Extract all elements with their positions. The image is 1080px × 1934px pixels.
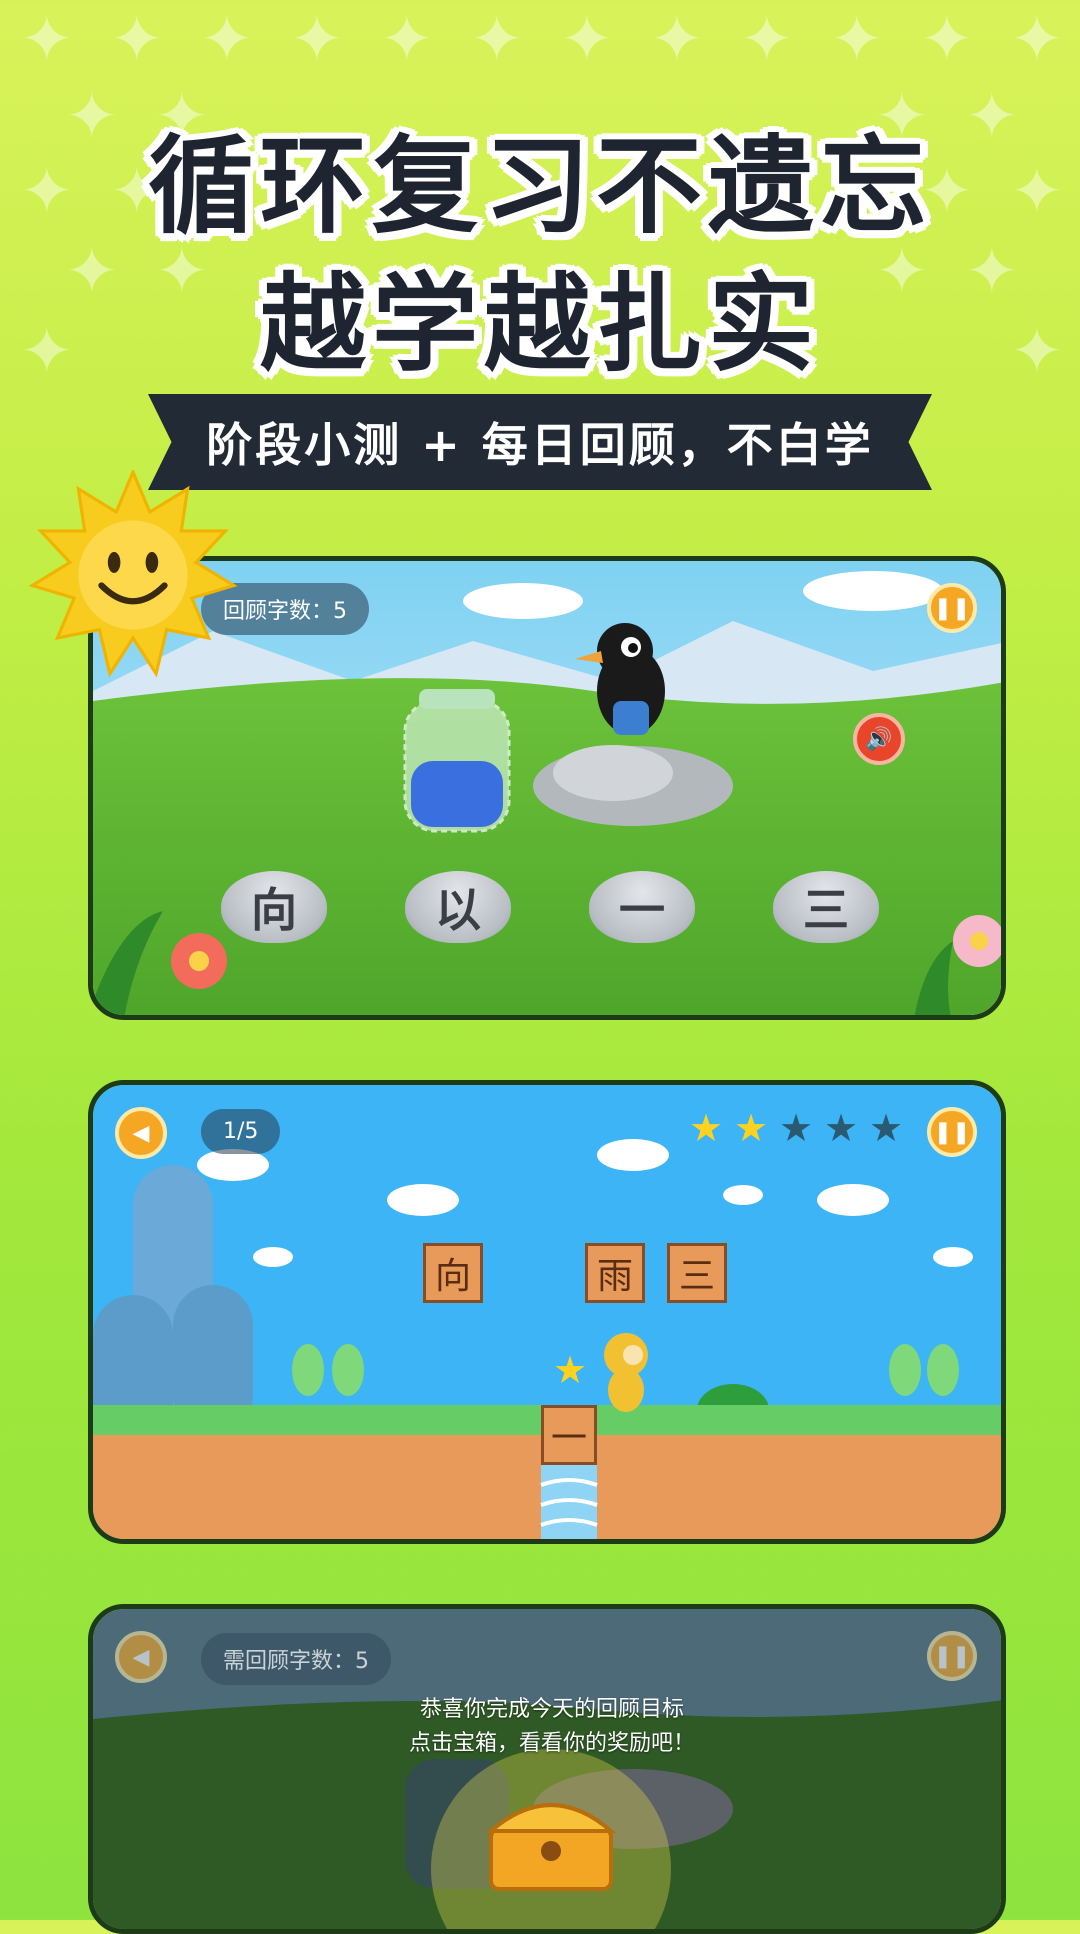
ribbon-text: 阶段小测 + 每日回顾，不白学 xyxy=(206,418,874,472)
answer-stone[interactable]: 以 xyxy=(405,871,511,943)
chevron-left-icon: ◀ xyxy=(132,1120,150,1146)
star-filled-icon: ★ xyxy=(689,1106,724,1150)
pause-icon: ❚❚ xyxy=(933,1643,971,1669)
back-button[interactable]: ◀ xyxy=(115,1631,167,1683)
reward-message-line-2: 点击宝箱，看看你的奖励吧！ xyxy=(408,1731,695,1756)
headline-line-2: 越学越扎实 xyxy=(260,263,820,386)
game-screen-platform: ◀ 1/5 ★ ★ ★ ★ ★ ❚❚ 向 雨 三 一 ★ xyxy=(88,1080,1006,1544)
progress-badge: 1/5 xyxy=(201,1109,281,1154)
sound-button[interactable]: 🔊 xyxy=(853,713,905,765)
review-count-badge: 需回顾字数：5 xyxy=(201,1633,391,1685)
collectible-star-icon: ★ xyxy=(553,1348,588,1392)
star-empty-icon: ★ xyxy=(779,1106,814,1150)
headline-line-1: 循环复习不遗忘 xyxy=(148,125,932,248)
star-empty-icon: ★ xyxy=(869,1106,904,1150)
character-crate[interactable]: 雨 xyxy=(585,1243,645,1303)
speaker-icon: 🔊 xyxy=(865,726,893,752)
pause-icon: ❚❚ xyxy=(933,595,971,621)
star-filled-icon: ★ xyxy=(734,1106,769,1150)
treasure-chest-button[interactable] xyxy=(491,1779,611,1899)
answer-stone[interactable]: 三 xyxy=(773,871,879,943)
sun-mascot-icon xyxy=(28,470,238,678)
pause-button[interactable]: ❚❚ xyxy=(927,1107,977,1157)
character-crate[interactable]: 向 xyxy=(423,1243,483,1303)
subtitle-ribbon: 阶段小测 + 每日回顾，不白学 xyxy=(148,394,932,490)
pause-button[interactable]: ❚❚ xyxy=(927,1631,977,1681)
answer-stone[interactable]: 向 xyxy=(221,871,327,943)
bridge-crate: 一 xyxy=(541,1405,597,1465)
game-screen-reward: ◀ 需回顾字数：5 ❚❚ 恭喜你完成今天的回顾目标 点击宝箱，看看你的奖励吧！ xyxy=(88,1604,1006,1934)
reward-message-line-1: 恭喜你完成今天的回顾目标 xyxy=(419,1697,684,1722)
star-empty-icon: ★ xyxy=(824,1106,859,1150)
pause-icon: ❚❚ xyxy=(933,1119,971,1145)
chevron-left-icon: ◀ xyxy=(132,1644,150,1670)
pause-button[interactable]: ❚❚ xyxy=(927,583,977,633)
character-crate[interactable]: 三 xyxy=(667,1243,727,1303)
answer-stone[interactable]: 一 xyxy=(589,871,695,943)
back-button[interactable]: ◀ xyxy=(115,1107,167,1159)
